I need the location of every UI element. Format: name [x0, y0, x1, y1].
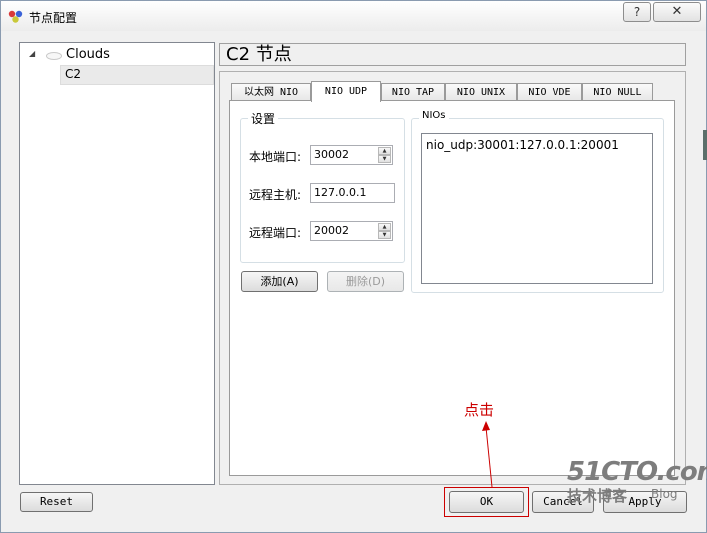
page-title: C2 节点: [226, 44, 292, 65]
remote-port-spinbox[interactable]: 20002 ▲ ▼: [310, 221, 393, 241]
watermark-blog: Blog: [651, 487, 678, 501]
tab-nio-null[interactable]: NIO NULL: [582, 83, 653, 101]
tab-nio-udp[interactable]: NIO UDP: [311, 81, 381, 102]
help-button[interactable]: ?: [623, 2, 651, 22]
remote-port-label: 远程端口:: [249, 226, 302, 240]
local-port-spin-buttons[interactable]: ▲ ▼: [378, 147, 391, 163]
local-port-label: 本地端口:: [249, 150, 302, 164]
close-button[interactable]: ✕: [653, 2, 701, 22]
spin-down-icon[interactable]: ▼: [378, 231, 391, 239]
title-bar: 节点配置 ? ✕: [1, 1, 706, 31]
app-icon: [8, 10, 23, 23]
reset-button[interactable]: Reset: [20, 492, 93, 512]
annotation-arrow-icon: [482, 421, 493, 488]
expand-arrow-icon[interactable]: ◢: [29, 49, 35, 58]
remote-port-spin-buttons[interactable]: ▲ ▼: [378, 223, 391, 239]
ok-highlight-box: [444, 487, 529, 517]
watermark-logo: 51CTO.com 技术博客 Blog: [567, 457, 707, 506]
tree-item-clouds[interactable]: Clouds: [66, 47, 110, 62]
node-config-dialog: 节点配置 ? ✕ ◢ Clouds C2 C2 节点 以太网 NIO NIO U…: [0, 0, 707, 533]
node-tree[interactable]: ◢ Clouds C2: [19, 42, 215, 485]
spin-down-icon[interactable]: ▼: [378, 155, 391, 163]
node-header: C2 节点: [219, 43, 686, 66]
watermark-brand: 51CTO.com: [567, 457, 707, 487]
spin-up-icon[interactable]: ▲: [378, 147, 391, 155]
window-title: 节点配置: [29, 11, 78, 25]
add-button[interactable]: 添加(A): [241, 271, 318, 292]
settings-group-title: 设置: [248, 110, 279, 127]
tab-nio-vde[interactable]: NIO VDE: [517, 83, 582, 101]
delete-button[interactable]: 删除(D): [327, 271, 404, 292]
local-port-spinbox[interactable]: 30002 ▲ ▼: [310, 145, 393, 165]
remote-port-value: 20002: [314, 224, 349, 237]
remote-host-label: 远程主机:: [249, 188, 302, 202]
spin-up-icon[interactable]: ▲: [378, 223, 391, 231]
tree-item-c2-label: C2: [65, 67, 82, 81]
nios-list[interactable]: nio_udp:30001:127.0.0.1:20001: [421, 133, 653, 284]
tab-nio-unix[interactable]: NIO UNIX: [445, 83, 517, 101]
watermark-sub: 技术博客: [567, 487, 628, 505]
local-port-value: 30002: [314, 148, 349, 161]
close-icon: ✕: [671, 4, 683, 19]
nios-group-title: NIOs: [419, 110, 449, 121]
remote-host-input[interactable]: 127.0.0.1: [310, 183, 395, 203]
remote-host-value: 127.0.0.1: [314, 186, 367, 199]
tab-nio-tap[interactable]: NIO TAP: [381, 83, 445, 101]
annotation-label: 点击: [464, 401, 495, 419]
cloud-icon: [46, 52, 62, 60]
tab-ethernet-nio[interactable]: 以太网 NIO: [231, 83, 311, 101]
background-edge: [703, 130, 707, 160]
tree-item-c2[interactable]: C2: [60, 65, 214, 85]
list-item[interactable]: nio_udp:30001:127.0.0.1:20001: [426, 138, 619, 152]
